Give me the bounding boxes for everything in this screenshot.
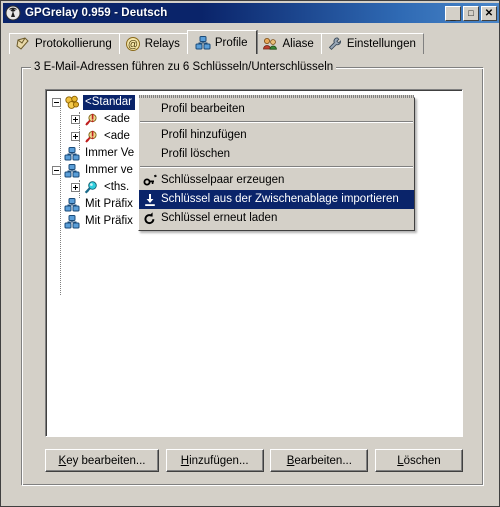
tree-item-label: <ths. <box>104 181 130 193</box>
at-sign-icon: @ <box>125 36 141 52</box>
tree-row[interactable]: <ade <box>71 128 133 145</box>
application-window: GPGrelay 0.959 - Deutsch _ □ ✕ Protokoll… <box>0 0 500 507</box>
close-icon: ✕ <box>484 7 494 19</box>
action-button-row: Key bearbeiten... Hinzufügen... Bearbeit… <box>45 449 463 472</box>
title-bar-buttons: _ □ ✕ <box>445 5 499 22</box>
tree-expander-expand[interactable] <box>71 183 80 192</box>
menu-icon-placeholder <box>141 147 159 163</box>
button-accel: K <box>58 454 67 467</box>
button-accel: B <box>286 454 295 467</box>
key-generate-icon <box>141 173 159 189</box>
notepad-icon <box>15 36 31 52</box>
tree-expander-collapse[interactable] <box>52 166 61 175</box>
button-label: inzufügen... <box>189 454 249 467</box>
menu-icon-placeholder <box>141 102 159 118</box>
tree-item-label: <ade <box>104 113 130 125</box>
tab-protokollierung[interactable]: Protokollierung <box>9 33 120 54</box>
tree-expander-expand[interactable] <box>71 115 80 124</box>
menu-item-label: Schlüssel erneut laden <box>161 212 278 224</box>
tab-strip: Protokollierung @ Relays Profile Aliase … <box>9 30 493 54</box>
tab-einstellungen[interactable]: Einstellungen <box>320 33 424 54</box>
menu-separator <box>140 166 413 168</box>
bearbeiten-button[interactable]: Bearbeiten... <box>270 449 369 472</box>
tree-row[interactable]: Mit Präfix <box>52 196 136 213</box>
menu-item-profil-hinzufuegen[interactable]: Profil hinzufügen <box>139 126 414 145</box>
tree-item-label: Mit Präfix <box>85 215 133 227</box>
keys-blue-icon <box>64 163 80 179</box>
tab-label: Protokollierung <box>35 38 112 50</box>
close-button[interactable]: ✕ <box>481 5 497 21</box>
tab-label: Einstellungen <box>346 38 416 50</box>
tree-row[interactable]: <ths. <box>71 179 132 196</box>
maximize-icon: □ <box>468 7 474 18</box>
tab-label: Relays <box>144 38 180 50</box>
minimize-button[interactable]: _ <box>445 5 461 22</box>
wrench-icon <box>327 36 343 52</box>
menu-item-label: Schlüssel aus der Zwischenablage importi… <box>161 193 399 205</box>
menu-item-label: Schlüsselpaar erzeugen <box>161 174 285 186</box>
tree-item-label: Immer ve <box>85 164 133 176</box>
menu-icon-placeholder <box>141 128 159 144</box>
import-download-icon <box>141 192 159 208</box>
menu-item-profil-bearbeiten[interactable]: Profil bearbeiten <box>139 100 414 119</box>
tree-row[interactable]: <Standar <box>52 94 135 111</box>
minimize-icon: _ <box>450 11 456 22</box>
hinzufuegen-button[interactable]: Hinzufügen... <box>165 449 264 472</box>
menu-item-schluessel-erneut-laden[interactable]: Schlüssel erneut laden <box>139 209 414 228</box>
profiles-icon <box>195 35 211 51</box>
tree-row[interactable]: Immer ve <box>52 162 136 179</box>
tree-item-label: <ade <box>104 130 130 142</box>
menu-item-profil-loeschen[interactable]: Profil löschen <box>139 145 414 164</box>
menu-item-label: Profil bearbeiten <box>161 103 245 115</box>
button-label: ey bearbeiten... <box>66 454 146 467</box>
tab-profile[interactable]: Profile <box>186 30 258 54</box>
keys-blue-icon <box>64 146 80 162</box>
menu-item-schluesselpaar-erzeugen[interactable]: Schlüsselpaar erzeugen <box>139 171 414 190</box>
key-cyan-icon <box>83 180 99 196</box>
key-bearbeiten-button[interactable]: Key bearbeiten... <box>45 449 159 472</box>
reload-icon <box>141 211 159 227</box>
tree-expander-expand[interactable] <box>71 132 80 141</box>
maximize-button[interactable]: □ <box>463 5 479 21</box>
window-title: GPGrelay 0.959 - Deutsch <box>25 7 168 19</box>
context-menu: Profil bearbeiten Profil hinzufügen Prof… <box>138 95 415 231</box>
key-red-icon <box>83 112 99 128</box>
keys-blue-icon <box>64 214 80 230</box>
tree-item-label: <Standar <box>83 95 135 110</box>
button-label: earbeiten... <box>294 454 352 467</box>
keys-blue-icon <box>64 197 80 213</box>
tab-relays[interactable]: @ Relays <box>118 33 188 54</box>
tab-label: Aliase <box>282 38 314 50</box>
menu-separator <box>140 121 413 123</box>
tree-row[interactable]: Mit Präfix <box>52 213 136 230</box>
menu-item-label: Profil hinzufügen <box>161 129 247 141</box>
svg-text:@: @ <box>128 40 138 51</box>
tree-item-label: Mit Präfix <box>85 198 133 210</box>
tree-item-label: Immer Ve <box>85 147 135 159</box>
people-icon <box>262 36 278 52</box>
key-red-icon <box>83 129 99 145</box>
tree-expander-collapse[interactable] <box>52 98 61 107</box>
tab-label: Profile <box>214 36 248 49</box>
tree-row[interactable]: Immer Ve <box>52 145 137 162</box>
keys-gold-icon <box>64 95 80 111</box>
loeschen-button[interactable]: Löschen <box>374 449 463 472</box>
menu-item-label: Profil löschen <box>161 148 231 160</box>
button-accel: H <box>180 454 190 467</box>
tab-aliase[interactable]: Aliase <box>256 33 322 54</box>
title-bar: GPGrelay 0.959 - Deutsch _ □ ✕ <box>3 3 499 23</box>
antenna-tower-icon <box>5 5 21 21</box>
button-label: öschen <box>403 454 441 467</box>
tree-row[interactable]: <ade <box>71 111 133 128</box>
menu-item-schluessel-importieren[interactable]: Schlüssel aus der Zwischenablage importi… <box>139 190 414 209</box>
groupbox-label: 3 E-Mail-Adressen führen zu 6 Schlüsseln… <box>31 61 337 73</box>
